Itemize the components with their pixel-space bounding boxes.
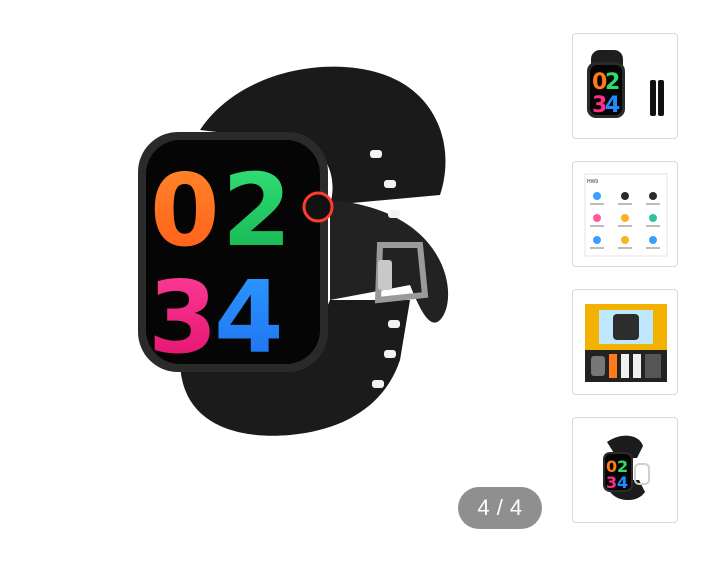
watch-digit-2: 2	[222, 152, 292, 269]
thumbnail-1[interactable]: 0 2 3 4	[572, 33, 678, 139]
smartwatch-illustration: 0 2 3 4	[138, 66, 449, 436]
buckle-pin	[378, 260, 392, 290]
svg-text:4: 4	[605, 93, 620, 118]
thumbnail-4[interactable]: 0 2 3 4	[572, 417, 678, 523]
thumb-3-image	[585, 304, 667, 382]
thumbnail-2[interactable]: HW9	[572, 161, 678, 267]
main-product-image[interactable]: 0 2 3 4 4 / 4	[0, 0, 560, 564]
svg-text:2: 2	[605, 70, 620, 95]
thumb-1-image: 0 2 3 4	[587, 50, 664, 118]
watch-crown	[302, 191, 334, 223]
thumbnail-3[interactable]	[572, 289, 678, 395]
watch-digit-3: 3	[148, 259, 218, 376]
watch-digit-0: 0	[150, 152, 220, 269]
thumb-2-image: HW9	[584, 173, 668, 257]
image-counter: 4 / 4	[458, 487, 542, 529]
svg-text:3: 3	[606, 473, 617, 492]
watch-digit-4: 4	[214, 259, 284, 376]
thumb-4-image: 0 2 3 4	[603, 435, 650, 501]
svg-text:4: 4	[617, 473, 628, 492]
thumb2-heading: HW9	[587, 179, 598, 185]
